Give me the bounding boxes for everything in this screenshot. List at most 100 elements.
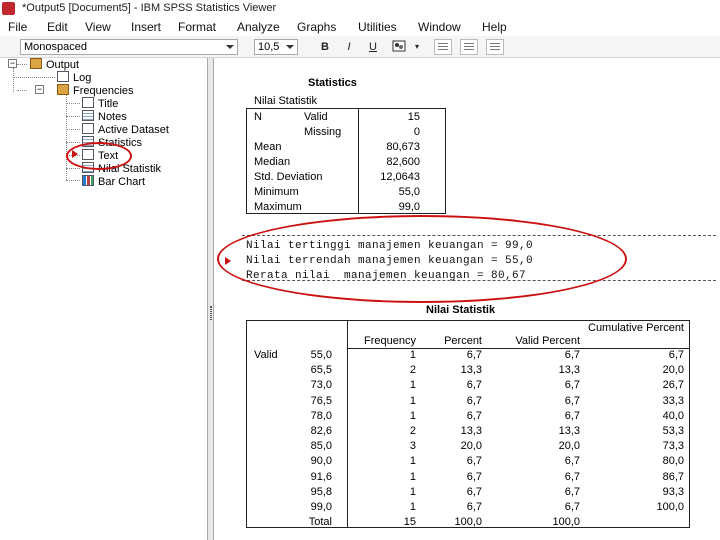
menu-edit[interactable]: Edit [47,20,68,34]
table-cell-cum: 93,3 [662,485,684,498]
splitter-grip-icon [210,306,212,320]
table-cell-pct: 20,0 [460,440,482,453]
table-cell-valid: 6,7 [564,379,580,392]
tree-node-label: Bar Chart [98,176,146,188]
stat-row-value: 99,0 [398,201,420,213]
tree-node-frequencies[interactable]: Frequencies [57,84,134,98]
menu-view[interactable]: View [85,20,111,34]
tree-node-log[interactable]: Log [57,71,91,85]
stat-row-label: Std. Deviation [254,171,323,183]
table-cell-freq: 1 [409,349,416,361]
menu-graphs[interactable]: Graphs [297,20,336,34]
table-cell-value: 85,0 [310,440,332,453]
table-cell-freq: 1 [409,501,416,513]
stat-row-label: Minimum [254,186,299,198]
italic-button[interactable]: I [340,39,358,55]
font-family-select[interactable]: Monospaced [20,39,238,55]
table-cell-pct: 6,7 [466,409,482,422]
procedure-book-icon [57,84,69,95]
table-cell-valid: 6,7 [564,394,580,407]
stat-row-label: Median [254,156,291,168]
stat-row-value: 15 [407,111,420,123]
output-content-pane: Statistics Nilai Statistik N Valid 15 Mi… [214,58,720,540]
column-header-frequency: Frequency [364,335,416,347]
table-cell-freq: 1 [409,485,416,498]
table-cell-cum: 53,3 [662,425,684,437]
row-group-label: Valid [254,349,278,361]
window-title: *Output5 [Document5] - IBM SPSS Statisti… [22,2,277,14]
tree-line [66,168,80,169]
align-center-button[interactable] [460,39,478,55]
palette-icon [392,40,406,52]
notes-table-icon [82,110,94,121]
stat-row-sublabel: Missing [304,126,342,138]
tree-line [13,77,55,78]
tree-node-active-dataset[interactable]: Active Dataset [82,123,169,137]
title-icon [82,97,94,108]
column-header-valid-percent: Valid Percent [515,335,580,347]
table-cell-value: 55,0 [310,349,332,361]
tree-line [17,64,27,65]
align-left-button[interactable] [434,39,452,55]
table-cell-freq: 1 [409,409,416,422]
table-cell-valid: 20,0 [558,440,580,453]
menu-window[interactable]: Window [418,20,461,34]
table-cell-cum: 86,7 [662,470,684,483]
format-toolbar: Monospaced 10,5 B I U ▾ [0,36,720,58]
table-cell-pct: 13,3 [460,425,482,437]
table-cell-value: Total [308,516,332,529]
bold-button[interactable]: B [316,39,334,55]
tree-node-bar-chart[interactable]: Bar Chart [82,175,145,189]
frequency-table-title: Nilai Statistik [426,304,496,316]
annotation-circle [66,142,132,170]
table-cell-pct: 6,7 [466,455,482,468]
chevron-down-icon[interactable] [226,45,234,49]
menu-analyze[interactable]: Analyze [237,20,280,34]
table-cell-value: 82,6 [310,425,332,437]
table-cell-freq: 1 [409,470,416,483]
stat-row-sublabel: Valid [304,111,328,123]
tree-line [66,142,80,143]
stat-row-value: 0 [413,126,420,138]
collapse-toggle[interactable]: − [8,59,17,68]
tree-node-output[interactable]: Output [30,58,79,72]
stat-row-value: 80,673 [386,141,420,153]
table-column-divider [347,320,348,528]
table-cell-pct: 6,7 [466,349,482,361]
table-cell-cum: 80,0 [662,455,684,468]
bar-chart-icon [82,175,94,186]
menu-bar: File Edit View Insert Format Analyze Gra… [0,18,720,36]
tree-line [66,103,80,104]
collapse-toggle[interactable]: − [35,85,44,94]
table-cell-value: 65,5 [310,364,332,377]
menu-format[interactable]: Format [178,20,216,34]
table-cell-valid: 6,7 [564,501,580,513]
text-color-button[interactable] [390,39,408,55]
tree-line [66,116,80,117]
tree-node-label: Log [73,72,92,84]
table-column-divider [358,108,359,214]
tree-node-title[interactable]: Title [82,97,118,111]
table-cell-value: 90,0 [310,455,332,468]
tree-node-notes[interactable]: Notes [82,110,127,124]
title-bar: *Output5 [Document5] - IBM SPSS Statisti… [0,0,720,18]
menu-help[interactable]: Help [482,20,507,34]
table-cell-value: 99,0 [310,501,332,513]
dataset-icon [82,123,94,134]
stat-row-value: 55,0 [398,186,420,198]
tree-node-label: Notes [98,111,127,123]
tree-node-label: Active Dataset [98,124,169,136]
font-size-select[interactable]: 10,5 [254,39,298,55]
table-cell-freq: 1 [409,394,416,407]
underline-button[interactable]: U [364,39,382,55]
chevron-down-icon[interactable]: ▾ [408,39,426,55]
chevron-down-icon[interactable] [286,45,294,49]
align-right-button[interactable] [486,39,504,55]
table-cell-valid: 6,7 [564,349,580,361]
table-cell-pct: 100,0 [454,516,482,529]
menu-utilities[interactable]: Utilities [358,20,397,34]
menu-file[interactable]: File [8,20,27,34]
table-cell-cum: 100,0 [656,501,684,513]
menu-insert[interactable]: Insert [131,20,161,34]
pane-splitter[interactable] [207,58,214,540]
